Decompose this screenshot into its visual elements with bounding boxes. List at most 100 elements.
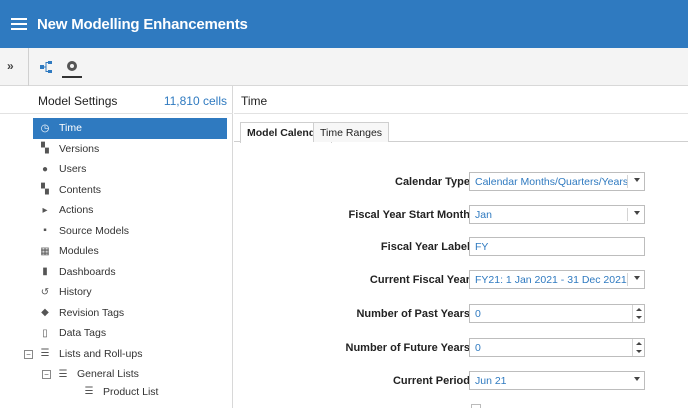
clock-icon: ◷ xyxy=(40,122,50,134)
field-label: Current Period xyxy=(392,375,470,387)
model-settings-panel: Model Settings 11,810 cells ◷ Time ▚ Versi… xyxy=(0,86,233,408)
source-models-icon: ▪ xyxy=(43,225,47,237)
nav-item-contents[interactable]: ▚ Contents xyxy=(0,180,233,201)
settings-button[interactable] xyxy=(62,56,82,78)
collapse-toggle-icon[interactable]: − xyxy=(24,349,33,359)
chevron-down-icon xyxy=(634,377,640,381)
select-divider xyxy=(627,208,628,221)
toolbar-divider xyxy=(28,48,29,86)
page-title: Time xyxy=(241,94,268,108)
stepper-arrows[interactable] xyxy=(632,339,644,356)
collapse-toggle-icon[interactable]: − xyxy=(42,370,51,379)
stepper-arrows[interactable] xyxy=(632,305,644,322)
field-value: 0 xyxy=(475,307,481,320)
field-label: Number of Future Years xyxy=(345,342,471,354)
chevron-down-icon xyxy=(634,276,640,280)
stepper-down-icon[interactable] xyxy=(635,316,642,320)
field-label: Fiscal Year Label xyxy=(380,241,470,253)
chevron-down-icon xyxy=(634,211,640,215)
time-header: Time xyxy=(234,86,688,114)
tab-time-ranges[interactable]: Time Ranges xyxy=(313,122,390,142)
field-label: Number of Past Years xyxy=(356,308,470,320)
nav-item-dashboards[interactable]: ▮ Dashboards xyxy=(0,262,233,283)
nav-item-label: Revision Tags xyxy=(59,306,125,319)
nav-item-label: Data Tags xyxy=(59,327,107,340)
field-value: FY xyxy=(475,240,489,253)
user-icon: ● xyxy=(41,163,49,175)
past-years-stepper[interactable]: 0 xyxy=(469,304,645,323)
nav-item-time[interactable]: ◷ Time xyxy=(33,118,227,139)
menu-icon[interactable] xyxy=(11,18,27,30)
field-label: Current Fiscal Year xyxy=(369,274,470,286)
nav-item-lists-and-rollups[interactable]: − ☰ Lists and Roll-ups xyxy=(0,344,233,365)
select-divider xyxy=(627,175,628,188)
nav-item-label: Source Models xyxy=(59,224,130,237)
field-label: Calendar Type xyxy=(395,176,470,188)
toolbar: » xyxy=(0,48,688,86)
current-fiscal-year-row: Current Fiscal Year FY21: 1 Jan 2021 - 3… xyxy=(234,270,688,290)
nav-item-source-models[interactable]: ▪ Source Models xyxy=(0,221,233,242)
list-icon: ☰ xyxy=(58,368,68,380)
current-period-select[interactable]: Jun 21 xyxy=(469,371,645,390)
double-chevron-right-icon[interactable]: » xyxy=(7,59,14,73)
fiscal-year-start-month-select[interactable]: Jan xyxy=(469,205,645,224)
nav-item-product-list[interactable]: ☰ Product List xyxy=(0,385,233,399)
nav-item-label: History xyxy=(59,286,92,299)
time-settings-pane: Time Model Calendar Time Ranges Calendar… xyxy=(234,86,688,408)
nav-item-modules[interactable]: ▦ Modules xyxy=(0,241,233,262)
cell-count-link[interactable]: 11,810 cells xyxy=(164,94,227,108)
current-period-row: Current Period Jun 21 xyxy=(234,371,688,391)
nav-item-general-lists[interactable]: − ☰ General Lists xyxy=(0,364,233,385)
actions-icon: ▸ xyxy=(42,204,48,216)
nav-item-label: Versions xyxy=(59,142,100,155)
nav-item-revision-tags[interactable]: ◆ Revision Tags xyxy=(0,303,233,324)
settings-nav: ◷ Time ▚ Versions ● Users ▚ Contents ▸ Action… xyxy=(0,118,233,399)
stepper-up-icon[interactable] xyxy=(635,307,642,311)
field-value: 0 xyxy=(475,341,481,354)
current-fiscal-year-select[interactable]: FY21: 1 Jan 2021 - 31 Dec 2021 xyxy=(469,270,645,289)
fiscal-year-label-row: Fiscal Year Label FY xyxy=(234,237,688,257)
title-bar: New Modelling Enhancements xyxy=(0,0,688,48)
dashboard-icon: ▮ xyxy=(42,266,48,278)
list-icon: ☰ xyxy=(84,386,94,397)
stepper-up-icon[interactable] xyxy=(635,341,642,345)
nav-item-label: Users xyxy=(59,163,87,176)
nav-item-label: General Lists xyxy=(77,368,139,381)
nav-item-label: Contents xyxy=(59,183,102,196)
gear-icon xyxy=(67,61,77,71)
tab-bar: Model Calendar Time Ranges xyxy=(234,118,688,143)
app-title: New Modelling Enhancements xyxy=(37,15,248,33)
nav-item-label: Actions xyxy=(59,204,94,217)
tag-icon: ◆ xyxy=(41,307,49,319)
versions-icon: ▚ xyxy=(41,143,49,155)
nav-item-data-tags[interactable]: ▯ Data Tags xyxy=(0,323,233,344)
list-icon: ☰ xyxy=(40,348,50,360)
calendar-type-select[interactable]: Calendar Months/Quarters/Years xyxy=(469,172,645,191)
nav-item-history[interactable]: ↺ History xyxy=(0,282,233,303)
field-value: FY21: 1 Jan 2021 - 31 Dec 2021 xyxy=(475,273,627,286)
model-settings-title: Model Settings xyxy=(38,94,118,108)
field-label: Fiscal Year Start Month xyxy=(348,209,470,221)
stepper-down-icon[interactable] xyxy=(635,350,642,354)
future-years-stepper[interactable]: 0 xyxy=(469,338,645,357)
select-divider xyxy=(627,273,628,286)
nav-item-label: Dashboards xyxy=(59,265,116,278)
model-settings-header: Model Settings 11,810 cells xyxy=(0,86,233,114)
nav-item-label: Time xyxy=(59,122,82,135)
field-value: Calendar Months/Quarters/Years xyxy=(475,175,629,188)
chevron-down-icon xyxy=(634,178,640,182)
modules-icon: ▦ xyxy=(40,245,50,257)
nav-item-users[interactable]: ● Users xyxy=(0,159,233,180)
future-years-row: Number of Future Years 0 xyxy=(234,338,688,358)
contents-icon: ▚ xyxy=(41,184,49,196)
checkbox[interactable] xyxy=(471,404,481,408)
nav-item-label: Modules xyxy=(59,245,99,258)
nav-item-versions[interactable]: ▚ Versions xyxy=(0,139,233,160)
nav-item-label: Lists and Roll-ups xyxy=(59,347,143,360)
data-tag-icon: ▯ xyxy=(42,327,48,339)
past-years-row: Number of Past Years 0 xyxy=(234,304,688,324)
nav-item-actions[interactable]: ▸ Actions xyxy=(0,200,233,221)
history-icon: ↺ xyxy=(40,286,50,298)
fiscal-year-label-input[interactable]: FY xyxy=(469,237,645,256)
hierarchy-button[interactable] xyxy=(36,57,56,77)
